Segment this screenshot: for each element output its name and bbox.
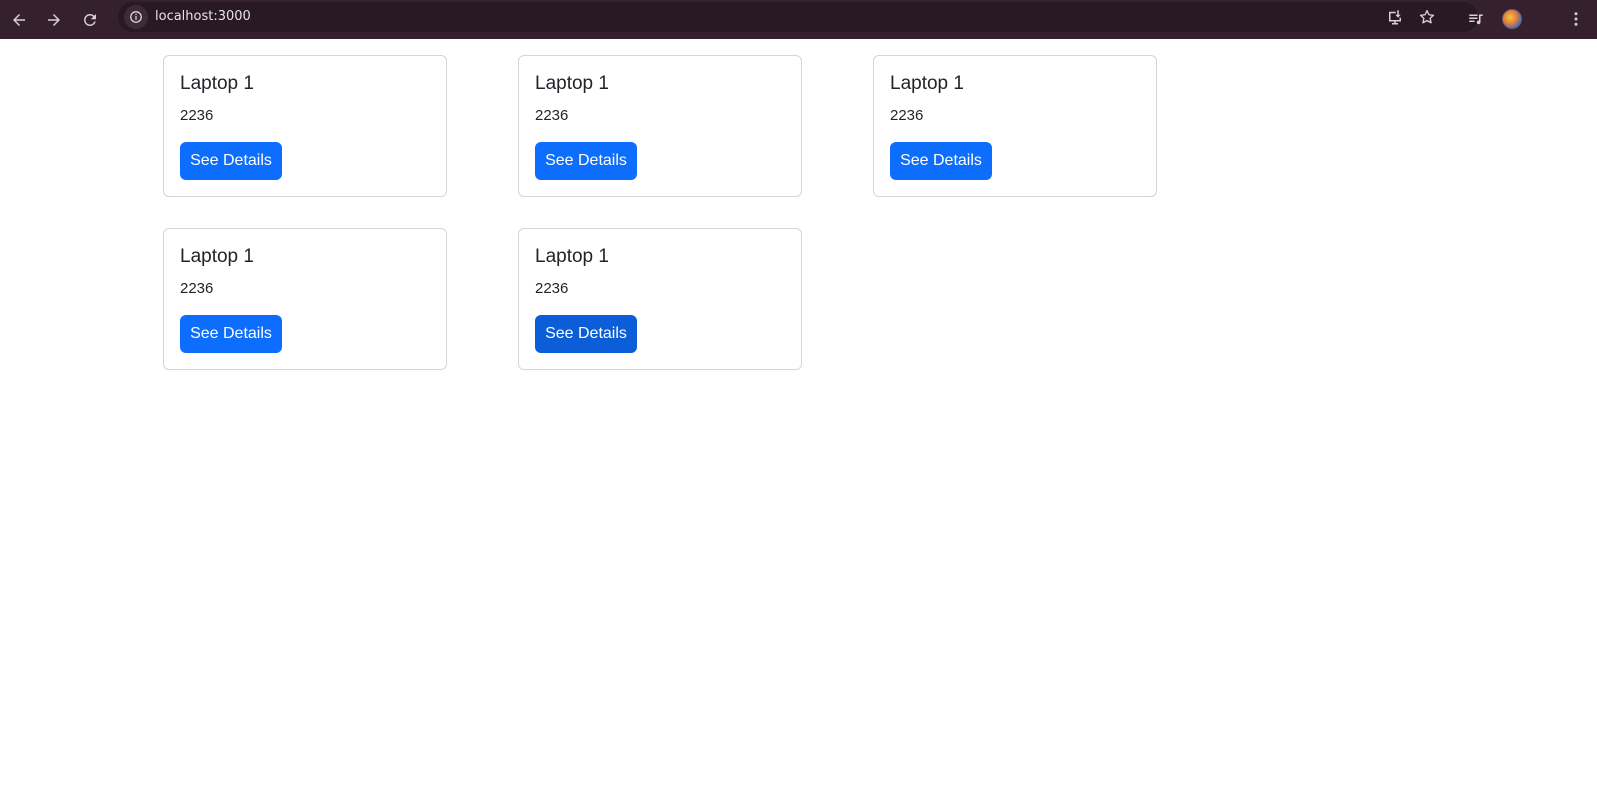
see-details-button[interactable]: See Details [890,142,992,180]
site-info-button[interactable] [124,5,148,29]
product-price: 2236 [535,107,569,124]
reload-button[interactable] [74,4,106,36]
see-details-button[interactable]: See Details [535,142,637,180]
info-icon [130,11,142,23]
see-details-button[interactable]: See Details [535,315,637,353]
browser-menu-button[interactable] [1561,4,1591,34]
profile-button[interactable] [1497,4,1527,34]
install-icon [1389,10,1401,25]
more-vertical-icon [1574,12,1578,26]
product-price: 2236 [180,280,214,297]
back-button[interactable] [3,4,35,36]
forward-button[interactable] [38,4,70,36]
product-card: Laptop 1 2236 See Details [873,55,1157,197]
reload-icon [83,13,96,26]
media-controls-button[interactable] [1461,4,1491,34]
star-icon [1419,9,1435,24]
product-price: 2236 [535,280,569,297]
product-title: Laptop 1 [535,73,609,94]
product-title: Laptop 1 [180,73,254,94]
bookmark-button[interactable] [1415,5,1439,29]
product-title: Laptop 1 [890,73,964,94]
product-card: Laptop 1 2236 See Details [518,55,802,197]
product-price: 2236 [180,107,214,124]
arrow-right-icon [48,14,60,26]
product-card: Laptop 1 2236 See Details [163,228,447,370]
arrow-left-icon [13,14,25,26]
playlist-icon [1469,14,1483,25]
product-card: Laptop 1 2236 See Details [518,228,802,370]
browser-toolbar: localhost:3000 [0,0,1597,39]
product-title: Laptop 1 [180,246,254,267]
product-price: 2236 [890,107,924,124]
install-app-button[interactable] [1383,5,1407,29]
product-title: Laptop 1 [535,246,609,267]
address-bar[interactable]: localhost:3000 [118,2,1478,32]
see-details-button[interactable]: See Details [180,142,282,180]
url-text: localhost:3000 [155,9,251,24]
product-card: Laptop 1 2236 See Details [163,55,447,197]
avatar [1502,9,1522,29]
see-details-button[interactable]: See Details [180,315,282,353]
